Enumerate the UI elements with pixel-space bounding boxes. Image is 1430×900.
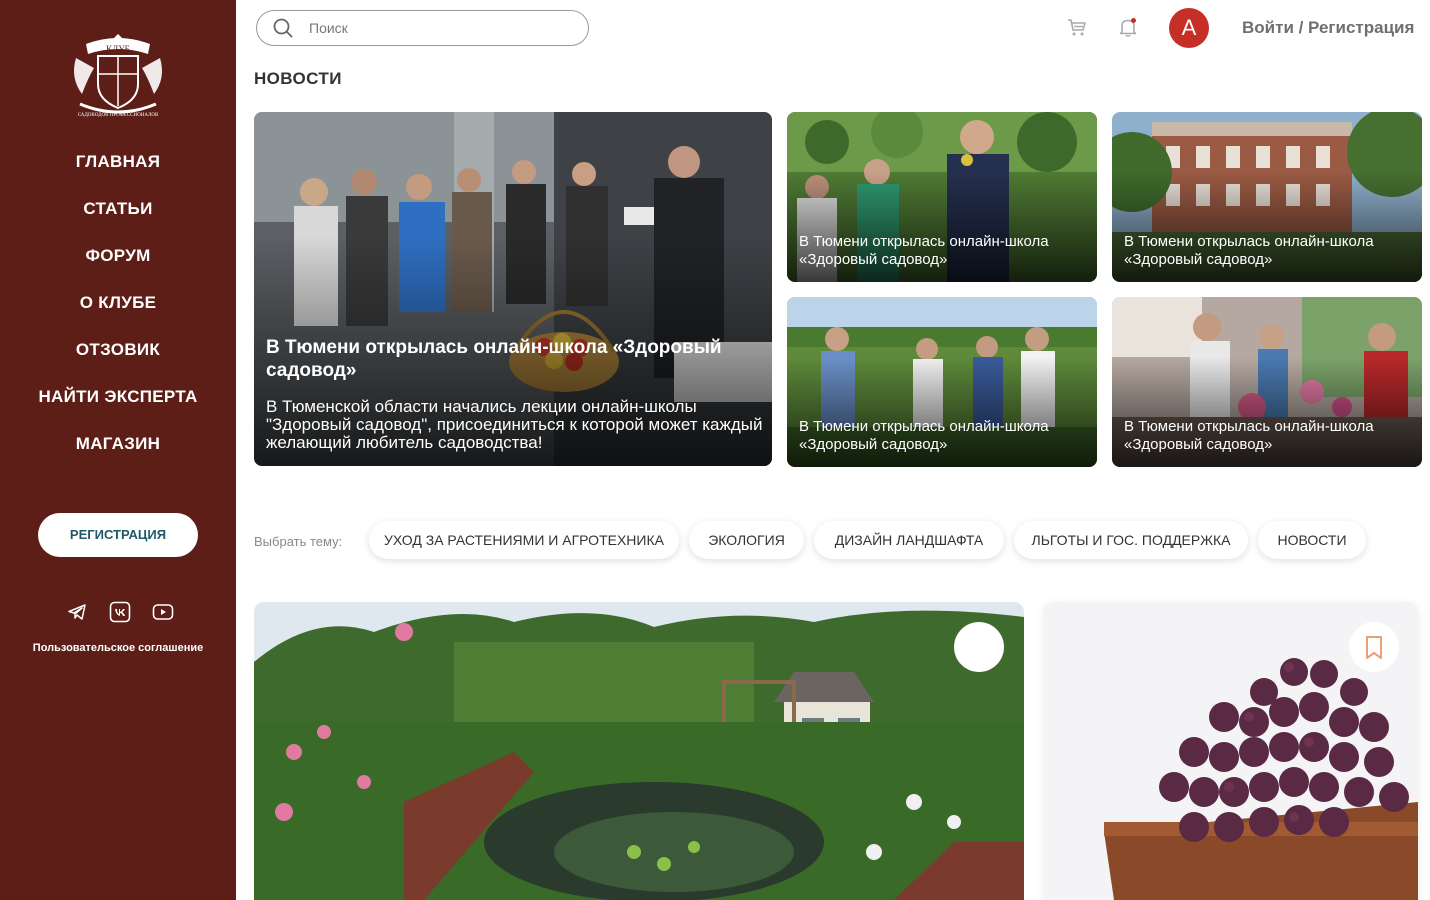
search-icon[interactable] [273,18,293,38]
nav-item-forum[interactable]: ФОРУМ [0,236,236,283]
topic-chip-news[interactable]: НОВОСТИ [1258,521,1366,559]
youtube-icon[interactable] [151,600,175,624]
article-image-garden [254,602,1024,900]
search-input[interactable] [309,18,569,38]
nav-item-shop[interactable]: МАГАЗИН [0,424,236,471]
bookmark-button[interactable] [1349,622,1399,672]
user-avatar[interactable]: А [1169,8,1209,48]
svg-text:КЛУБ: КЛУБ [106,44,130,54]
topic-chip-benefits[interactable]: ЛЬГОТЫ И ГОС. ПОДДЕРЖКА [1014,521,1248,559]
favorite-button[interactable] [954,622,1004,672]
news-card-caption: В Тюмени открылась онлайн-школа «Здоровы… [1124,418,1374,453]
telegram-icon[interactable] [65,600,89,624]
register-button[interactable]: РЕГИСТРАЦИЯ [38,513,198,557]
news-card[interactable]: В Тюмени открылась онлайн-школа «Здоровы… [1112,112,1422,282]
news-main-card[interactable]: В Тюмени открылась онлайн-школа «Здоровы… [254,112,772,466]
news-card[interactable]: В Тюмени открылась онлайн-школа «Здоровы… [1112,297,1422,467]
main-nav: ГЛАВНАЯ СТАТЬИ ФОРУМ О КЛУБЕ ОТЗОВИК НАЙ… [0,142,236,471]
news-card-caption: В Тюмени открылась онлайн-школа «Здоровы… [799,233,1049,268]
bell-icon[interactable] [1117,16,1139,38]
news-card-caption: В Тюмени открылась онлайн-школа «Здоровы… [799,418,1049,453]
topic-chip-plant-care[interactable]: УХОД ЗА РАСТЕНИЯМИ И АГРОТЕХНИКА [369,521,679,559]
bookmark-icon [1366,636,1382,659]
login-register-link[interactable]: Войти / Регистрация [1242,18,1414,38]
topic-chip-ecology[interactable]: ЭКОЛОГИЯ [689,521,804,559]
user-agreement-link[interactable]: Пользовательское соглашение [0,642,236,654]
nav-item-about[interactable]: О КЛУБЕ [0,283,236,330]
nav-item-reviews[interactable]: ОТЗОВИК [0,330,236,377]
article-card[interactable] [254,602,1024,900]
social-links [65,600,175,624]
news-card-caption: В Тюмени открылась онлайн-школа «Здоровы… [1124,233,1374,268]
nav-item-find-expert[interactable]: НАЙТИ ЭКСПЕРТА [0,377,236,424]
topics-label: Выбрать тему: [254,534,343,549]
svg-text:САДОВОДОВ ПРОФЕССИОНАЛОВ: САДОВОДОВ ПРОФЕССИОНАЛОВ [78,113,159,118]
club-logo[interactable]: КЛУБ САДОВОДОВ ПРОФЕССИОНАЛОВ [66,28,170,122]
article-card[interactable] [1044,602,1418,900]
news-section-title: НОВОСТИ [254,69,342,88]
search-bar [256,10,589,46]
news-card[interactable]: В Тюмени открылась онлайн-школа «Здоровы… [787,112,1097,282]
news-main-description: В Тюменской области начались лекции онла… [266,397,763,452]
vk-icon[interactable] [108,600,132,624]
cart-icon[interactable] [1066,16,1088,38]
nav-item-home[interactable]: ГЛАВНАЯ [0,142,236,189]
topic-chip-landscape-design[interactable]: ДИЗАЙН ЛАНДШАФТА [814,521,1004,559]
news-card[interactable]: В Тюмени открылась онлайн-школа «Здоровы… [787,297,1097,467]
nav-item-articles[interactable]: СТАТЬИ [0,189,236,236]
news-main-title: В Тюмени открылась онлайн-школа «Здоровы… [266,337,722,381]
sidebar: КЛУБ САДОВОДОВ ПРОФЕССИОНАЛОВ ГЛАВНАЯ СТ… [0,0,236,900]
